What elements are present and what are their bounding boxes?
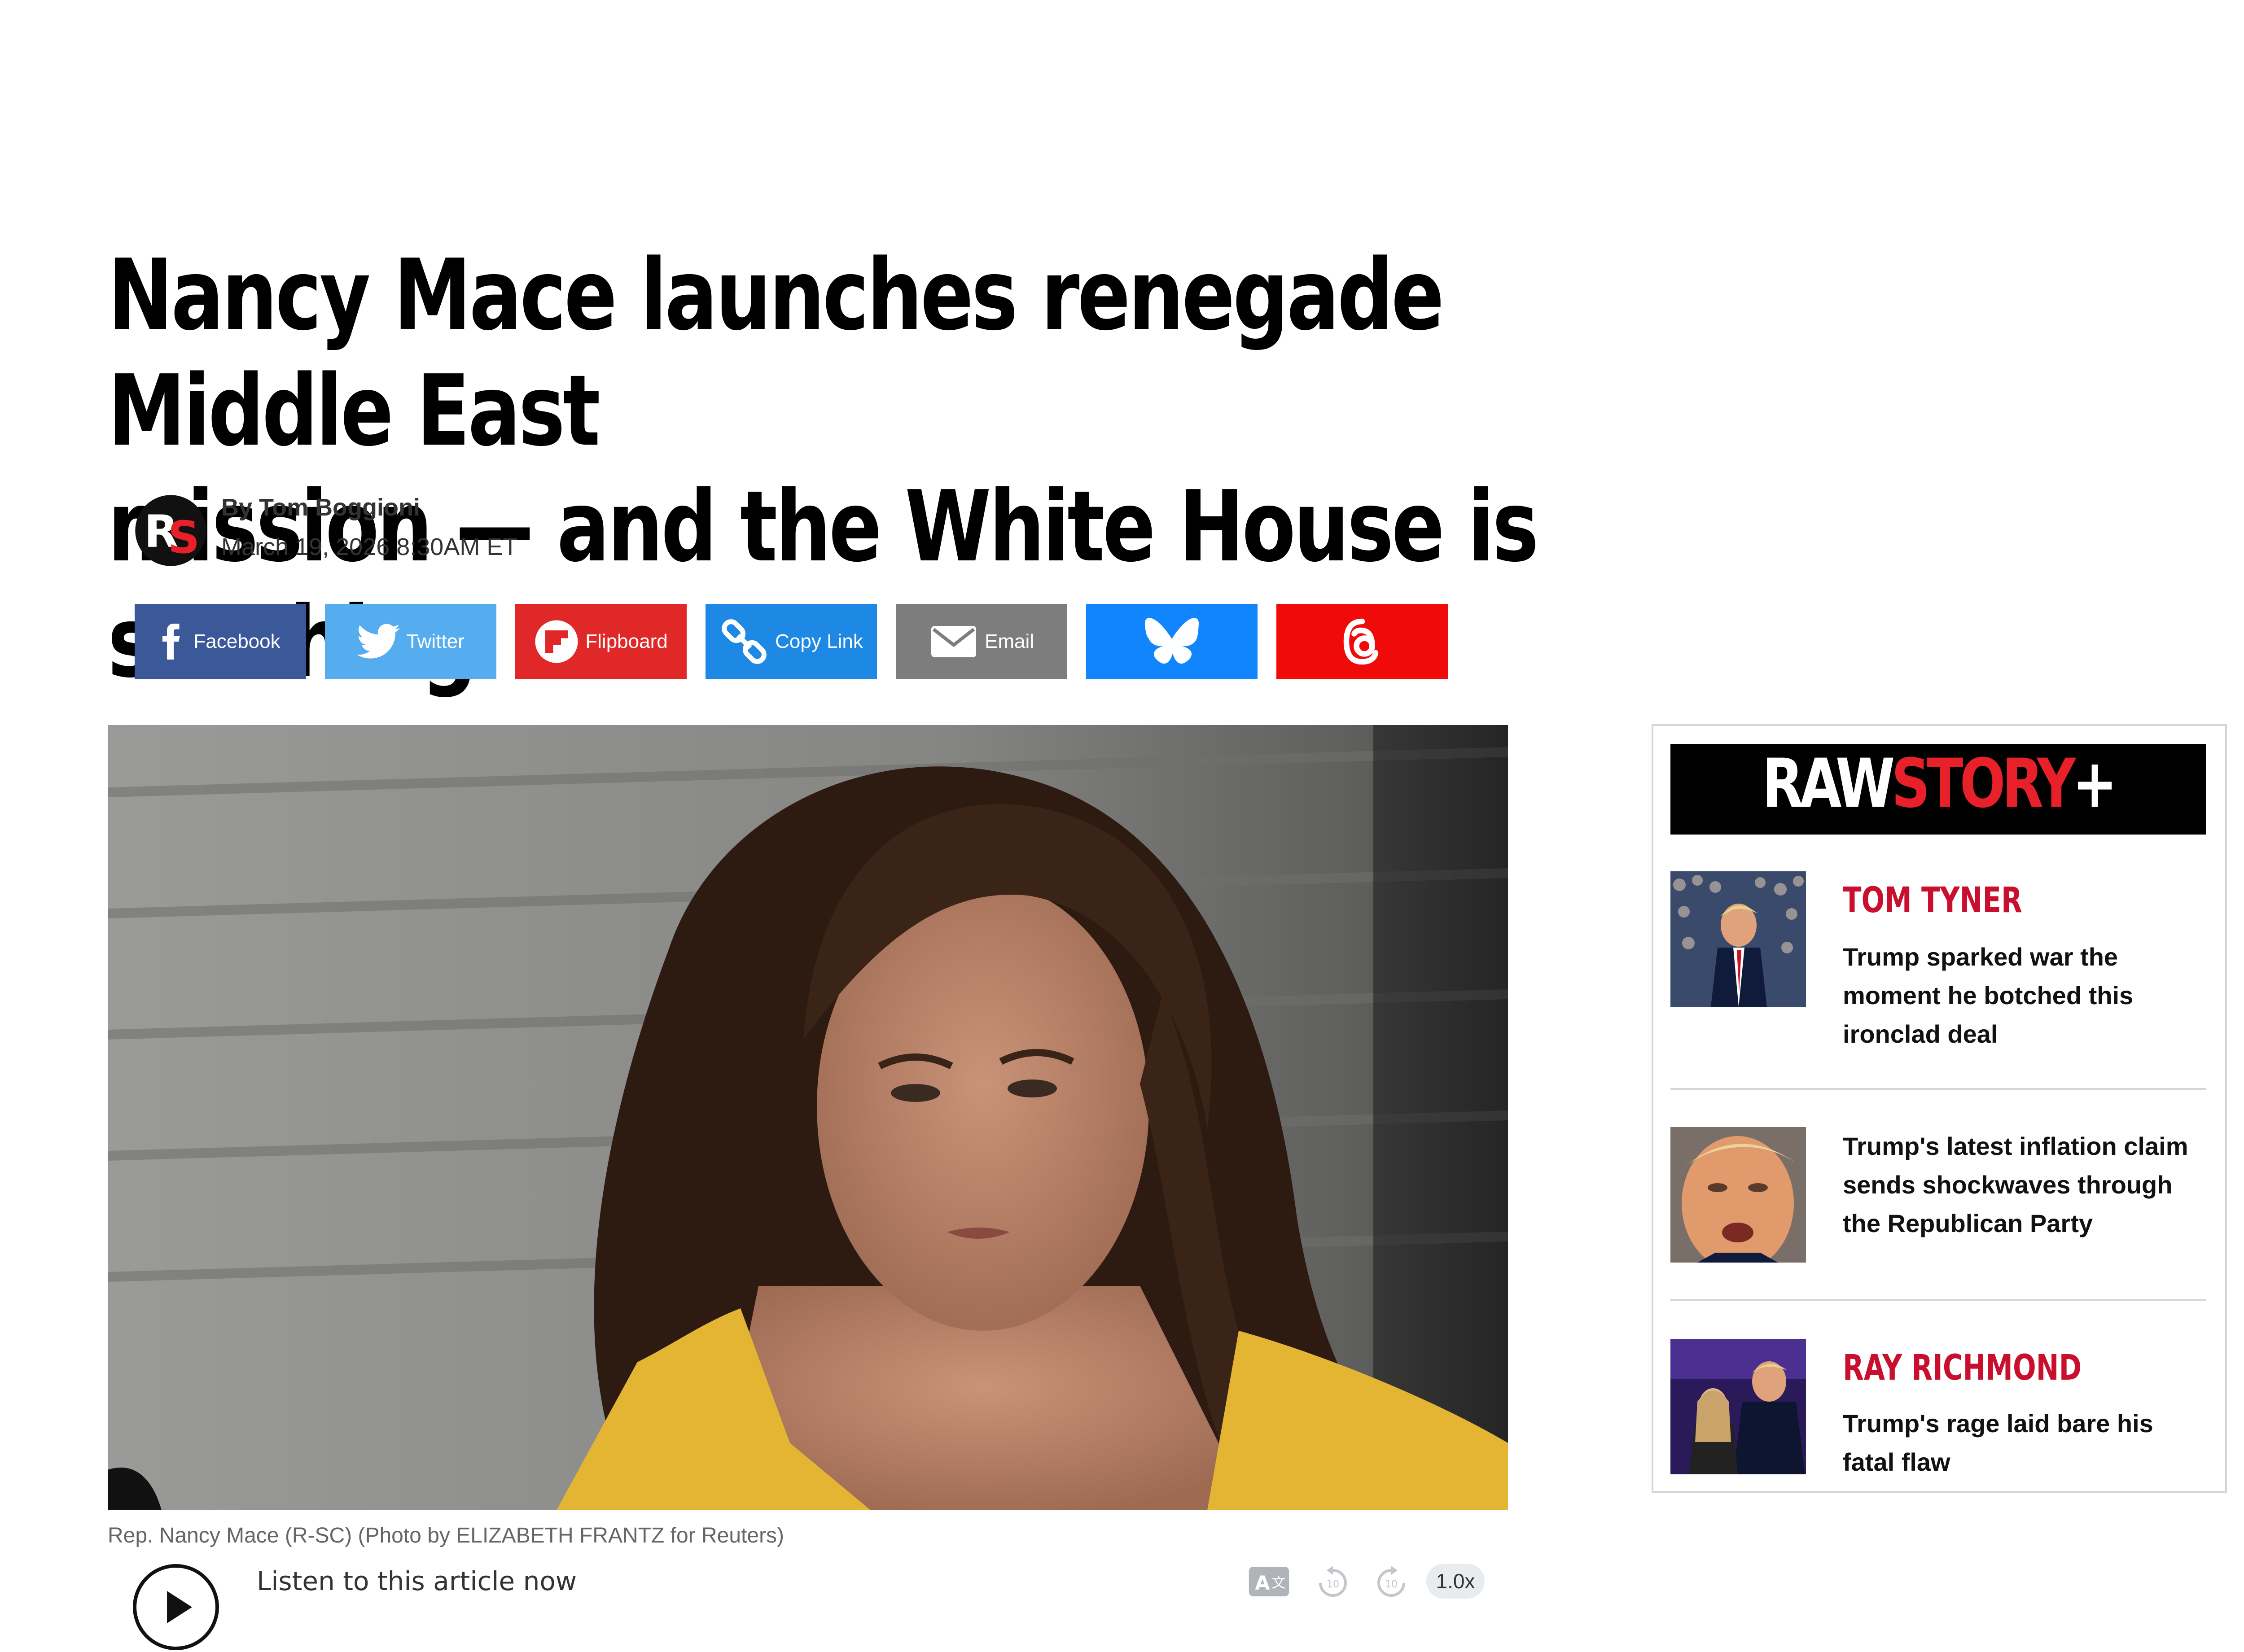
bluesky-icon: [1145, 618, 1199, 664]
translate-icon[interactable]: A 文: [1248, 1566, 1290, 1597]
share-flipboard-label: Flipboard: [585, 630, 668, 652]
svg-text:S: S: [168, 512, 200, 564]
share-twitter-label: Twitter: [406, 630, 465, 652]
share-email-label: Email: [984, 630, 1034, 652]
facebook-icon: [162, 624, 180, 660]
share-copy-link-button[interactable]: Copy Link: [706, 604, 877, 679]
svg-text:10: 10: [1327, 1579, 1339, 1590]
playback-speed-button[interactable]: 1.0x: [1426, 1564, 1485, 1599]
rawstory-logo-icon: R S: [135, 495, 206, 566]
publish-date: March 19, 2026 8:30AM ET: [221, 533, 518, 560]
sidebar-item-3-thumbnail[interactable]: [1670, 1339, 1806, 1474]
sidebar-item-1-thumbnail[interactable]: [1670, 871, 1806, 1007]
image-caption: Rep. Nancy Mace (R-SC) (Photo by ELIZABE…: [108, 1524, 785, 1547]
rawstory-plus-logo: RAWSTORY+: [1762, 745, 2117, 823]
article-hero-image: [108, 725, 1508, 1510]
share-flipboard-button[interactable]: Flipboard: [515, 604, 687, 679]
svg-text:RAWSTORY+: RAWSTORY+: [1762, 745, 2114, 823]
link-icon: [722, 619, 767, 664]
share-twitter-button[interactable]: Twitter: [325, 604, 496, 679]
rawstory-plus-banner[interactable]: RAWSTORY+: [1670, 744, 2206, 835]
listen-label: Listen to this article now: [257, 1566, 577, 1596]
email-icon: [931, 626, 976, 657]
share-bluesky-button[interactable]: [1086, 604, 1258, 679]
share-copy-link-label: Copy Link: [775, 630, 863, 652]
svg-text:文: 文: [1271, 1575, 1285, 1591]
sidebar-item-2-title[interactable]: Trump's latest inflation claim sends sho…: [1843, 1127, 2211, 1243]
headline-line-1: Nancy Mace launches renegade Middle East: [108, 239, 1444, 468]
svg-text:10: 10: [1385, 1579, 1398, 1590]
flipboard-icon: [535, 620, 578, 663]
sidebar-divider: [1670, 1299, 2206, 1301]
sidebar-item-1-author[interactable]: TOM TYNER: [1843, 880, 2022, 921]
twitter-icon: [357, 624, 400, 659]
byline-author[interactable]: By Tom Boggioni: [221, 494, 420, 521]
sidebar-divider: [1670, 1088, 2206, 1090]
sidebar-item-1-title[interactable]: Trump sparked war the moment he botched …: [1843, 938, 2211, 1053]
sidebar-item-3-title[interactable]: Trump's rage laid bare his fatal flaw: [1843, 1404, 2211, 1482]
forward-10-icon[interactable]: 10: [1373, 1565, 1409, 1601]
share-email-button[interactable]: Email: [896, 604, 1067, 679]
share-threads-button[interactable]: [1276, 604, 1448, 679]
sidebar-item-2-thumbnail[interactable]: [1670, 1127, 1806, 1263]
share-facebook-label: Facebook: [193, 630, 280, 652]
share-facebook-button[interactable]: Facebook: [135, 604, 306, 679]
rewind-10-icon[interactable]: 10: [1315, 1565, 1351, 1601]
sidebar-item-3-author[interactable]: RAY RICHMOND: [1843, 1348, 2082, 1388]
svg-text:A: A: [1255, 1572, 1270, 1595]
play-button[interactable]: [131, 1562, 221, 1652]
threads-icon: [1343, 618, 1379, 665]
